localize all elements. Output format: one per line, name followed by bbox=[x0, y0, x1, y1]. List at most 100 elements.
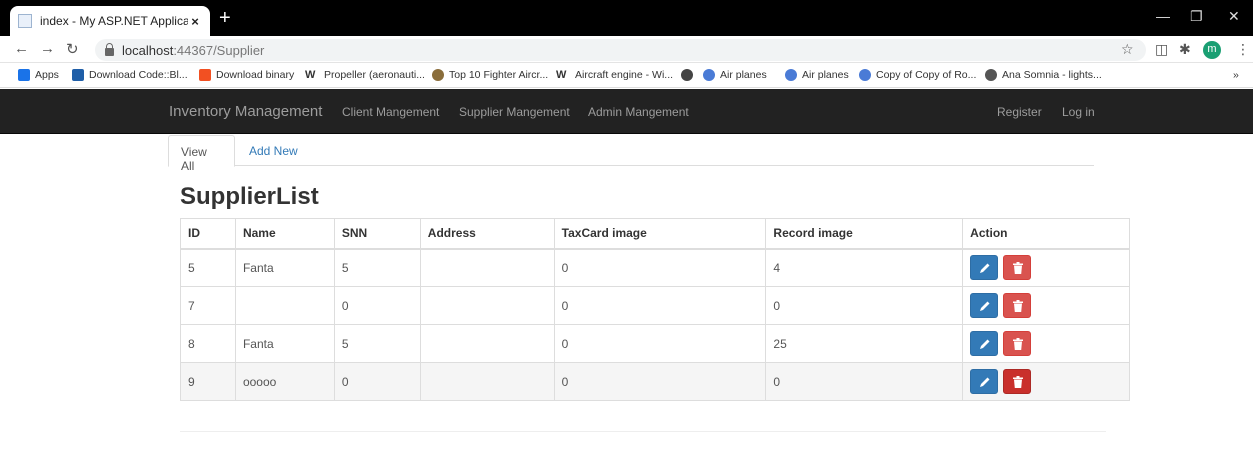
cell-address bbox=[419, 248, 555, 287]
cell-snn: 0 bbox=[333, 286, 421, 325]
table-row: 8 Fanta 5 0 25 bbox=[180, 324, 1130, 363]
tab-add-new[interactable]: Add New bbox=[237, 135, 310, 166]
register-link[interactable]: Register bbox=[997, 105, 1042, 119]
cell-snn: 0 bbox=[333, 362, 421, 401]
menu-kebab-icon[interactable]: ⋮ bbox=[1236, 41, 1250, 58]
window-close-icon[interactable]: ✕ bbox=[1228, 8, 1240, 25]
globe-icon bbox=[785, 69, 797, 81]
subtabs: View All Add New bbox=[168, 135, 1094, 173]
wikipedia-icon: W bbox=[556, 69, 570, 81]
bookmark-star-icon[interactable]: ☆ bbox=[1121, 41, 1134, 58]
column-header: TaxCard image bbox=[553, 218, 767, 250]
login-link[interactable]: Log in bbox=[1062, 105, 1095, 119]
page-title: SupplierList bbox=[180, 183, 319, 210]
reload-icon[interactable]: ↻ bbox=[66, 40, 79, 58]
bookmarks-overflow-icon[interactable]: » bbox=[1233, 69, 1239, 81]
brand-link[interactable]: Inventory Management bbox=[169, 103, 322, 120]
page-favicon-icon bbox=[18, 14, 32, 28]
nav-link-client[interactable]: Client Mangement bbox=[342, 105, 439, 119]
cell-taxcard: 0 bbox=[553, 324, 767, 363]
nav-link-supplier[interactable]: Supplier Mangement bbox=[459, 105, 570, 119]
globe-icon bbox=[703, 69, 715, 81]
bookmarks-bar: Apps Download Code::Bl... Download binar… bbox=[0, 63, 1253, 88]
trash-icon bbox=[1012, 376, 1023, 388]
url-path: :44367/Supplier bbox=[173, 42, 265, 58]
bookmark-item[interactable]: Copy of Copy of Ro... bbox=[859, 69, 976, 81]
bookmark-item[interactable]: Top 10 Fighter Aircr... bbox=[432, 69, 548, 81]
url-host: localhost bbox=[122, 42, 174, 58]
cell-address bbox=[419, 324, 555, 363]
globe-icon bbox=[859, 69, 871, 81]
trash-icon bbox=[1012, 262, 1023, 275]
tab-view-all[interactable]: View All bbox=[168, 135, 235, 173]
nav-link-admin[interactable]: Admin Mangement bbox=[588, 105, 689, 119]
cell-action bbox=[962, 362, 1130, 401]
trash-icon bbox=[1012, 338, 1023, 350]
bookmark-item[interactable]: Apps bbox=[18, 69, 59, 81]
cell-address bbox=[419, 362, 555, 401]
supplier-table: ID Name SNN Address TaxCard image Record… bbox=[180, 218, 1130, 401]
browser-toolbar: ← → ↻ localhost:44367/Supplier ☆ ◫ ✱ m ⋮ bbox=[0, 36, 1253, 63]
cell-record: 25 bbox=[765, 324, 964, 363]
footer-divider bbox=[180, 431, 1106, 432]
bookmark-item[interactable]: Air planes bbox=[703, 69, 767, 81]
edit-button[interactable] bbox=[970, 255, 999, 281]
minimize-icon[interactable]: — bbox=[1156, 8, 1170, 24]
delete-button[interactable] bbox=[1002, 331, 1031, 356]
delete-button[interactable] bbox=[1002, 293, 1031, 318]
profile-avatar[interactable]: m bbox=[1203, 41, 1221, 59]
table-row: 7 0 0 0 bbox=[180, 286, 1130, 325]
bookmark-item[interactable] bbox=[681, 69, 698, 81]
bookmark-item[interactable]: Download Code::Bl... bbox=[72, 69, 188, 81]
pencil-icon bbox=[980, 377, 990, 387]
windows-icon bbox=[199, 69, 211, 81]
cell-name: Fanta bbox=[234, 248, 335, 287]
cell-action bbox=[962, 324, 1130, 363]
cell-record: 0 bbox=[765, 286, 964, 325]
edit-button[interactable] bbox=[970, 293, 999, 318]
extension-pocket-icon[interactable]: ◫ bbox=[1155, 41, 1168, 58]
cell-id: 5 bbox=[180, 248, 236, 287]
apps-grid-icon bbox=[18, 69, 30, 81]
cell-id: 7 bbox=[180, 286, 236, 325]
trash-icon bbox=[1012, 300, 1023, 312]
column-header: Address bbox=[419, 218, 555, 250]
edit-button[interactable] bbox=[970, 331, 999, 356]
bookmark-item[interactable]: Ana Somnia - lights... bbox=[985, 69, 1102, 81]
column-header: Action bbox=[962, 218, 1130, 250]
pencil-icon bbox=[980, 339, 990, 349]
column-header: Name bbox=[234, 218, 335, 250]
bookmark-item[interactable]: W Propeller (aeronauti... bbox=[305, 69, 425, 81]
new-tab-button[interactable]: + bbox=[219, 8, 231, 28]
extensions-puzzle-icon[interactable]: ✱ bbox=[1179, 41, 1191, 58]
table-row: 9 ooooo 0 0 0 bbox=[180, 362, 1130, 401]
cell-id: 8 bbox=[180, 324, 236, 363]
site-icon bbox=[432, 69, 444, 81]
cell-record: 4 bbox=[765, 248, 964, 287]
bookmark-item[interactable]: Download binary bbox=[199, 69, 294, 81]
column-header: ID bbox=[180, 218, 236, 250]
edit-button[interactable] bbox=[970, 369, 999, 394]
browser-tab[interactable]: index - My ASP.NET Application × bbox=[10, 6, 210, 36]
delete-button[interactable] bbox=[1002, 255, 1031, 281]
cell-name bbox=[234, 286, 335, 325]
cell-snn: 5 bbox=[333, 248, 421, 287]
address-bar[interactable]: localhost:44367/Supplier bbox=[95, 39, 1146, 61]
maximize-icon[interactable]: ❐ bbox=[1190, 8, 1203, 25]
globe-icon bbox=[681, 69, 693, 81]
bookmark-item[interactable]: W Aircraft engine - Wi... bbox=[556, 69, 673, 81]
pencil-icon bbox=[980, 301, 990, 311]
cell-action bbox=[962, 286, 1130, 325]
cell-id: 9 bbox=[180, 362, 236, 401]
column-header: Record image bbox=[765, 218, 964, 250]
tab-close-icon[interactable]: × bbox=[188, 14, 202, 29]
bookmark-item[interactable]: Air planes bbox=[785, 69, 849, 81]
forward-icon[interactable]: → bbox=[40, 40, 55, 57]
cell-address bbox=[419, 286, 555, 325]
app-navbar: Inventory Management Client Mangement Su… bbox=[0, 89, 1253, 134]
delete-button[interactable] bbox=[1002, 369, 1031, 394]
back-icon[interactable]: ← bbox=[14, 40, 29, 57]
cell-action bbox=[962, 248, 1130, 287]
cell-taxcard: 0 bbox=[553, 362, 767, 401]
cell-name: Fanta bbox=[234, 324, 335, 363]
